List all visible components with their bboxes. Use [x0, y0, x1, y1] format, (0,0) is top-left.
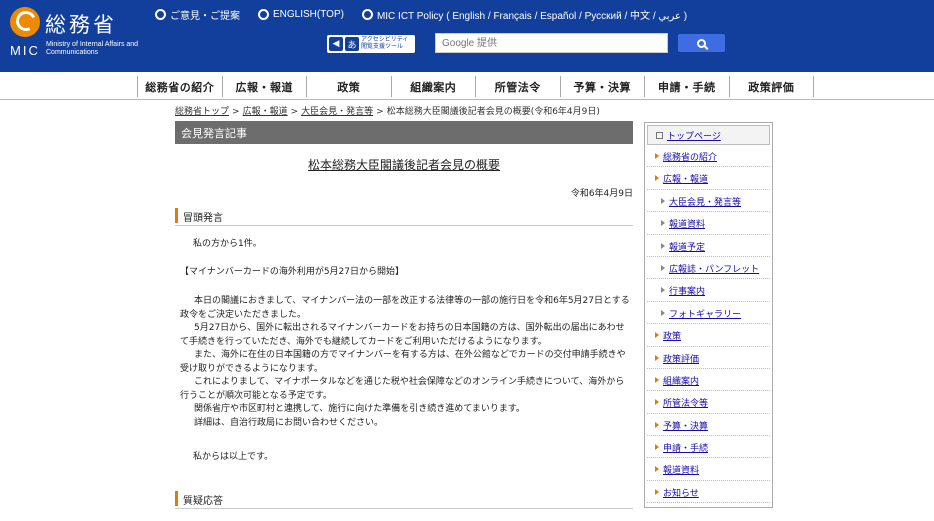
mic-logo-mark-icon	[10, 7, 40, 37]
mic-logo[interactable]: 総務省 MIC Ministry of Internal Affairs and…	[10, 6, 150, 66]
speaker-icon: ◀	[329, 37, 343, 51]
triangle-bullet-icon	[655, 175, 659, 182]
sidebar-item-applications[interactable]: 申請・手続	[647, 436, 770, 459]
nav-item-evaluation[interactable]: 政策評価	[730, 76, 814, 97]
ict-policy-link[interactable]: MIC ICT Policy ( English / Français / Es…	[361, 7, 688, 22]
nav-item-policy[interactable]: 政策	[307, 76, 392, 97]
sidebar-item-policy[interactable]: 政策	[647, 324, 770, 347]
nav-item-laws[interactable]: 所管法令	[476, 76, 561, 97]
sidebar-top-label: トップページ	[667, 131, 721, 142]
search-icon	[697, 38, 706, 48]
heading-opening-remarks: 冒頭発言	[175, 206, 633, 226]
sidebar-nav: トップページ 総務省の紹介 広報・報道 大臣会見・発言等 報道資料 報道予定 広…	[644, 122, 773, 508]
sidebar-top-page-link[interactable]: トップページ	[647, 125, 770, 145]
sidebar-item-laws[interactable]: 所管法令等	[647, 391, 770, 414]
search-input[interactable]	[435, 33, 668, 53]
site-header: 総務省 MIC Ministry of Internal Affairs and…	[0, 0, 934, 72]
feedback-link[interactable]: ご意見・ご提案	[155, 7, 240, 22]
triangle-bullet-icon	[661, 264, 665, 271]
accessibility-tool-button[interactable]: ◀ あ アクセシビリティ 閲覧支援ツール	[327, 35, 415, 53]
sidebar-item-evaluation[interactable]: 政策評価	[647, 347, 770, 369]
press-date: 令和6年4月9日	[570, 189, 633, 199]
sidebar-item-events[interactable]: 行事案内	[647, 279, 770, 302]
triangle-bullet-icon	[655, 354, 659, 361]
breadcrumb-separator: >	[290, 107, 299, 117]
remarks-paragraph: また、海外に在住の日本国籍の方でマイナンバーを有する方は、在外公館などでカードの…	[180, 350, 626, 374]
nav-item-applications[interactable]: 申請・手続	[645, 76, 730, 97]
circle-bullet-icon	[258, 9, 269, 20]
feedback-link-label: ご意見・ご提案	[170, 11, 240, 22]
triangle-bullet-icon	[661, 242, 665, 249]
sidebar-item-press-schedule[interactable]: 報道予定	[647, 235, 770, 257]
intro-text: 私の方から1件。	[193, 239, 262, 249]
logo-mic-text: MIC	[10, 43, 40, 58]
logo-japanese-name: 総務省	[45, 13, 117, 37]
accessibility-badge-icon: あ	[345, 37, 359, 51]
triangle-bullet-icon	[655, 376, 659, 383]
triangle-bullet-icon	[655, 421, 659, 428]
sidebar-item-press-releases[interactable]: 報道資料	[647, 212, 770, 235]
remarks-body: 本日の閣議におきまして、マイナンバー法の一部を改正する法律等の一部の施行日を令和…	[175, 295, 633, 430]
sidebar-item-notices[interactable]: お知らせ	[647, 481, 770, 504]
breadcrumb: 総務省トップ > 広報・報道 > 大臣会見・発言等 > 松本総務大臣閣議後記者会見の概要(令…	[175, 104, 600, 117]
remarks-paragraph: 本日の閣議におきまして、マイナンバー法の一部を改正する法律等の一部の施行日を令和…	[180, 296, 630, 320]
breadcrumb-current: 松本総務大臣閣議後記者会見の概要(令和6年4月9日)	[386, 107, 600, 117]
triangle-bullet-icon	[655, 332, 659, 339]
sidebar-item-pamphlets[interactable]: 広報誌・パンフレット	[647, 257, 770, 280]
nav-item-budget[interactable]: 予算・決算	[561, 76, 645, 97]
nav-item-press[interactable]: 広報・報道	[223, 76, 307, 97]
ict-policy-link-label: MIC ICT Policy ( English / Français / Es…	[376, 11, 688, 22]
global-nav: 総務省の紹介 広報・報道 政策 組織案内 所管法令 予算・決算 申請・手続 政策…	[0, 72, 934, 100]
topic-heading: 【マイナンバーカードの海外利用が5月27日から開始】	[180, 267, 404, 277]
breadcrumb-separator: >	[376, 107, 384, 117]
nav-item-organization[interactable]: 組織案内	[392, 76, 476, 97]
closing-text: 私からは以上です。	[193, 452, 274, 462]
remarks-paragraph: 詳細は、自治行政局にお問い合わせください。	[194, 417, 384, 428]
accessibility-tool-label: アクセシビリティ 閲覧支援ツール	[361, 37, 409, 50]
triangle-bullet-icon	[661, 287, 665, 294]
triangle-bullet-icon	[655, 399, 659, 406]
heading-qa: 質疑応答	[175, 489, 633, 509]
nav-item-about[interactable]: 総務省の紹介	[138, 76, 223, 97]
sidebar-item-about[interactable]: 総務省の紹介	[647, 145, 770, 168]
triangle-bullet-icon	[661, 197, 665, 204]
english-top-link[interactable]: ENGLISH(TOP)	[258, 7, 344, 22]
remarks-paragraph: 関係省庁や市区町村と連携して、施行に向けた準備を引き続き進めてまいります。	[194, 404, 525, 414]
main-content: 会見発言記事 松本総務大臣閣議後記者会見の概要 令和6年4月9日 冒頭発言 私の…	[175, 121, 633, 521]
triangle-bullet-icon	[655, 444, 659, 451]
section-title-bar: 会見発言記事	[175, 121, 633, 144]
circle-bullet-icon	[155, 9, 166, 20]
remarks-paragraph: 5月27日から、国外に転出されるマイナンバーカードをお持ちの日本国籍の方は、国外…	[180, 323, 625, 347]
square-bullet-icon	[656, 131, 663, 139]
breadcrumb-link-press[interactable]: 広報・報道	[243, 107, 288, 117]
page-title: 松本総務大臣閣議後記者会見の概要	[307, 158, 500, 172]
breadcrumb-link-minister[interactable]: 大臣会見・発言等	[301, 107, 373, 117]
sidebar-item-photo-gallery[interactable]: フォトギャラリー	[647, 302, 770, 325]
circle-bullet-icon	[361, 9, 373, 20]
triangle-bullet-icon	[655, 466, 659, 473]
sidebar-item-budget[interactable]: 予算・決算	[647, 414, 770, 437]
triangle-bullet-icon	[661, 220, 665, 227]
sidebar-item-press-materials[interactable]: 報道資料	[647, 458, 770, 481]
remarks-paragraph: これによりまして、マイナポータルなどを通じた税や社会保障などのオンライン手続きに…	[180, 377, 625, 401]
logo-english-name: Ministry of Internal Affairs and Communi…	[46, 41, 139, 56]
search-button[interactable]	[678, 34, 725, 52]
breadcrumb-link-top[interactable]: 総務省トップ	[175, 107, 229, 117]
triangle-bullet-icon	[655, 488, 659, 495]
sidebar-item-press[interactable]: 広報・報道	[647, 167, 770, 190]
triangle-bullet-icon	[661, 309, 665, 316]
sidebar-item-minister-remarks[interactable]: 大臣会見・発言等	[647, 190, 770, 213]
triangle-bullet-icon	[655, 153, 659, 159]
breadcrumb-separator: >	[232, 107, 240, 117]
header-top-links: ご意見・ご提案 ENGLISH(TOP) MIC ICT Policy ( En…	[155, 7, 687, 22]
sidebar-item-organization[interactable]: 組織案内	[647, 369, 770, 392]
english-top-link-label: ENGLISH(TOP)	[273, 9, 344, 20]
